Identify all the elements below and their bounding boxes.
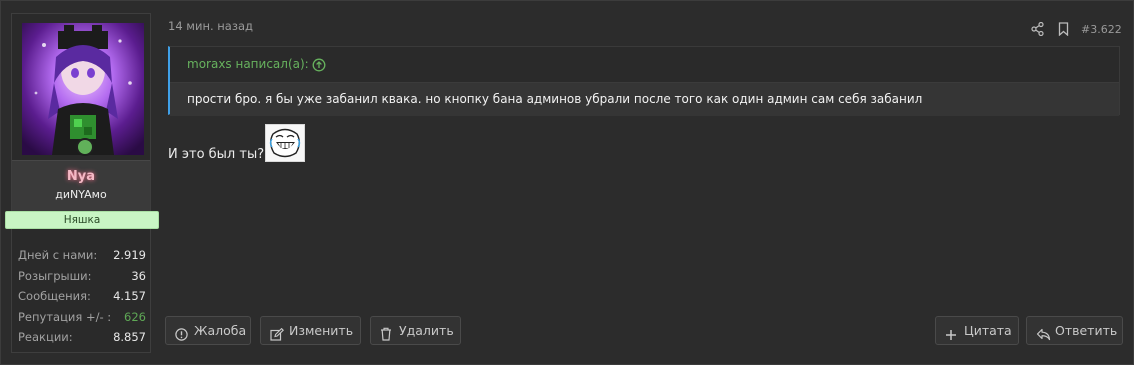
- message-post: Nya диNYAмо Няшка Дней с нами: 2.919 Роз…: [0, 0, 1134, 365]
- stat-label: Розыгрыши:: [18, 268, 92, 283]
- quote-label: Цитата: [964, 323, 1012, 338]
- stat-value: 36: [131, 268, 146, 283]
- delete-label: Удалить: [399, 323, 454, 338]
- stat-row: Дней с нами: 2.919: [18, 246, 146, 267]
- username[interactable]: Nya: [12, 169, 150, 184]
- stat-row: Розыгрыши: 36: [18, 267, 146, 288]
- quote-button[interactable]: Цитата: [935, 316, 1019, 345]
- report-label: Жалоба: [194, 323, 247, 338]
- plus-icon: [945, 323, 957, 350]
- stat-label: Реакции:: [18, 330, 73, 344]
- post-number-link[interactable]: #3.622: [1081, 23, 1122, 36]
- stat-value: 2.919: [113, 248, 146, 262]
- quote-author-link[interactable]: moraxs написал(а):: [187, 57, 309, 71]
- stat-value: 4.157: [113, 289, 146, 303]
- stat-value: 8.857: [113, 330, 146, 344]
- user-banner: Няшка: [5, 211, 159, 229]
- reply-icon: [1036, 323, 1051, 350]
- edit-button[interactable]: Изменить: [260, 316, 361, 345]
- trash-icon: [380, 323, 392, 350]
- reputation-value[interactable]: 626: [124, 310, 146, 324]
- stat-label: Репутация +/- :: [18, 309, 112, 324]
- troll-smiley-icon: [265, 124, 305, 162]
- user-title: диNYAмо: [55, 188, 107, 201]
- stat-row: Репутация +/- : 626: [18, 308, 146, 329]
- stat-row: Реакции: 8.857: [18, 328, 146, 349]
- up-arrow-icon[interactable]: [312, 57, 326, 76]
- edit-label: Изменить: [289, 323, 354, 338]
- reply-button[interactable]: Ответить: [1026, 316, 1123, 345]
- quote-block: moraxs написал(а): прости бро. я бы уже …: [168, 46, 1120, 116]
- report-icon: [175, 323, 188, 350]
- quote-text: прости бро. я бы уже забанил квака. но к…: [187, 92, 923, 106]
- message-text: И это был ты?: [168, 147, 265, 162]
- user-stats: Дней с нами: 2.919 Розыгрыши: 36 Сообщен…: [18, 246, 146, 349]
- stat-label: Сообщения:: [18, 289, 91, 303]
- edit-icon: [270, 323, 284, 350]
- quote-body: прости бро. я бы уже забанил квака. но к…: [170, 82, 1119, 116]
- bookmark-icon[interactable]: [1058, 21, 1069, 40]
- quote-header: moraxs написал(а):: [170, 47, 1119, 82]
- reply-label: Ответить: [1055, 323, 1118, 338]
- stat-row: Сообщения: 4.157: [18, 287, 146, 308]
- share-icon[interactable]: [1031, 21, 1044, 40]
- report-button[interactable]: Жалоба: [165, 316, 251, 345]
- delete-button[interactable]: Удалить: [370, 316, 461, 345]
- user-sidebar: Nya диNYAмо Няшка Дней с нами: 2.919 Роз…: [5, 13, 159, 353]
- post-timestamp[interactable]: 14 мин. назад: [168, 19, 253, 33]
- stat-label: Дней с нами:: [18, 248, 98, 262]
- online-status-icon: [76, 138, 94, 156]
- avatar[interactable]: [22, 23, 144, 155]
